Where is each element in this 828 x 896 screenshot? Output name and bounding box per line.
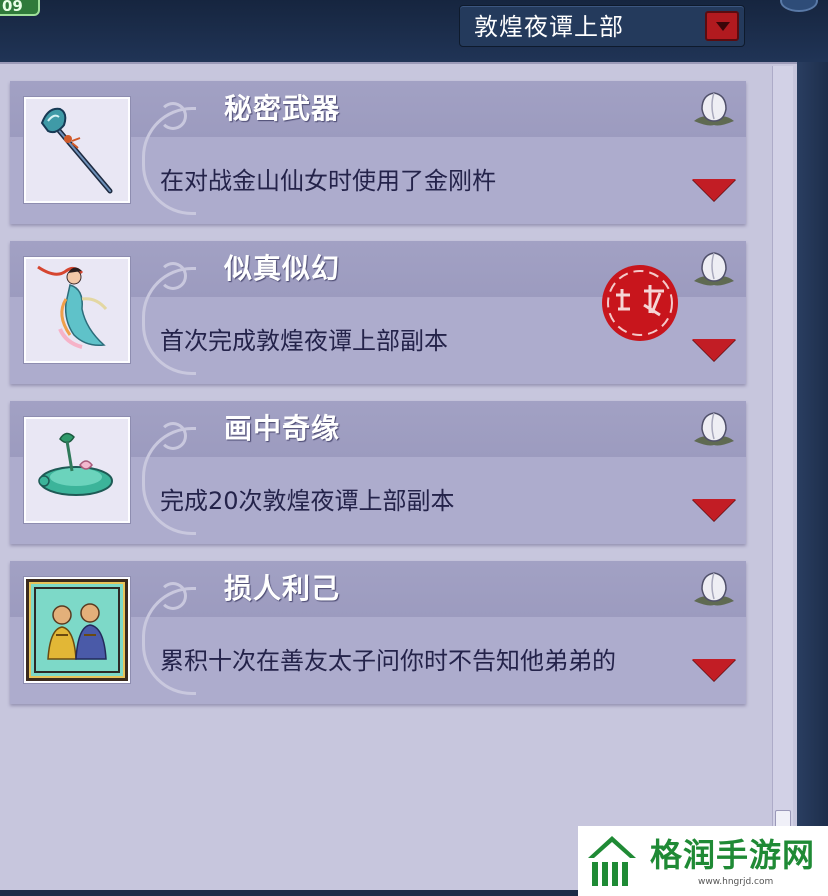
- window-frame-right: [797, 62, 828, 896]
- watermark-site-name: 格润手游网: [650, 836, 816, 874]
- chapter-dropdown[interactable]: 敦煌夜谭上部: [459, 5, 745, 47]
- expand-arrow-icon[interactable]: [692, 179, 736, 201]
- peach-reward-icon: [694, 412, 734, 446]
- peach-reward-icon: [694, 92, 734, 126]
- achievement-card[interactable]: 似真似幻 首次完成敦煌夜谭上部副本: [10, 241, 746, 384]
- achievement-description: 累积十次在善友太子问你时不告知他弟弟的: [160, 647, 616, 675]
- lotus-turtle-icon: [24, 417, 130, 523]
- chapter-dropdown-label: 敦煌夜谭上部: [474, 13, 624, 41]
- achievement-title: 损人利己: [224, 572, 341, 605]
- dropdown-arrow-button[interactable]: [705, 11, 739, 41]
- achievement-card[interactable]: 损人利己 累积十次在善友太子问你时不告知他弟弟的: [10, 561, 746, 704]
- peach-reward-icon: [694, 252, 734, 286]
- vajra-weapon-icon: [24, 97, 130, 203]
- achievement-title: 秘密武器: [224, 92, 341, 125]
- level-badge: 09: [0, 0, 40, 16]
- achievement-description: 完成20次敦煌夜谭上部副本: [160, 487, 455, 515]
- site-watermark: 格润手游网 www.hngrjd.com: [578, 826, 828, 896]
- achievement-description: 首次完成敦煌夜谭上部副本: [160, 327, 448, 355]
- peach-reward-icon: [694, 572, 734, 606]
- achievement-description: 在对战金山仙女时使用了金刚杵: [160, 167, 496, 195]
- top-bar: 09 敦煌夜谭上部: [0, 0, 828, 62]
- scrollbar[interactable]: [772, 66, 793, 886]
- expand-arrow-icon[interactable]: [692, 499, 736, 521]
- completed-seal-stamp: [602, 265, 678, 341]
- corner-ornament: [780, 0, 818, 12]
- expand-arrow-icon[interactable]: [692, 659, 736, 681]
- two-monks-icon: [24, 577, 130, 683]
- flying-apsara-icon: [24, 257, 130, 363]
- achievement-card[interactable]: 秘密武器 在对战金山仙女时使用了金刚杵: [10, 81, 746, 224]
- watermark-url: www.hngrjd.com: [698, 877, 774, 887]
- achievement-card[interactable]: 画中奇缘 完成20次敦煌夜谭上部副本: [10, 401, 746, 544]
- achievement-title: 似真似幻: [224, 252, 341, 285]
- achievement-title: 画中奇缘: [224, 412, 341, 445]
- watermark-logo-icon: [588, 836, 636, 886]
- expand-arrow-icon[interactable]: [692, 339, 736, 361]
